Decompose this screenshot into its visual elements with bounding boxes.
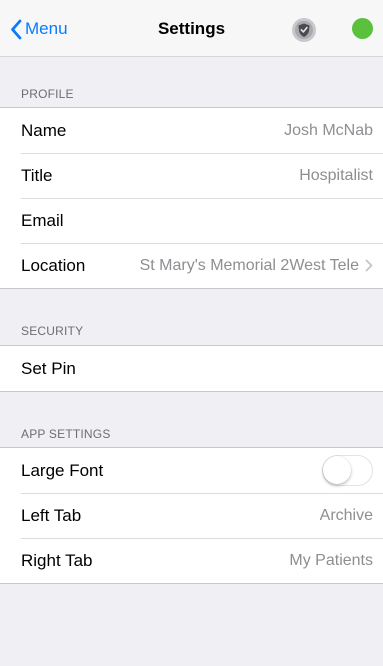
row-left-tab[interactable]: Left Tab Archive: [0, 493, 383, 538]
section-header-security: SECURITY: [21, 324, 84, 338]
row-label-name: Name: [21, 120, 67, 140]
row-location[interactable]: Location St Mary's Memorial 2West Tele: [0, 243, 383, 288]
back-button-label: Menu: [25, 19, 68, 38]
toggle-knob: [323, 456, 351, 484]
row-value-location: St Mary's Memorial 2West Tele: [139, 256, 359, 274]
navigation-bar: Menu Settings: [0, 0, 383, 57]
row-set-pin[interactable]: Set Pin: [0, 346, 383, 391]
row-title[interactable]: Title Hospitalist: [0, 153, 383, 198]
app-settings-group: Large Font Left Tab Archive Right Tab My…: [0, 447, 383, 584]
security-group: Set Pin: [0, 345, 383, 392]
row-email[interactable]: Email: [0, 198, 383, 243]
row-right-tab[interactable]: Right Tab My Patients: [0, 538, 383, 583]
row-label-right-tab: Right Tab: [21, 550, 93, 570]
row-label-left-tab: Left Tab: [21, 505, 82, 525]
row-name[interactable]: Name Josh McNab: [0, 108, 383, 153]
row-value-title: Hospitalist: [299, 166, 373, 184]
page-title: Settings: [157, 19, 226, 38]
back-button[interactable]: Menu: [10, 17, 68, 41]
section-header-app-settings: APP SETTINGS: [21, 427, 111, 441]
shield-check-icon[interactable]: [291, 17, 317, 43]
row-value-left-tab: Archive: [319, 506, 373, 524]
row-label-email: Email: [21, 210, 64, 230]
row-value-name: Josh McNab: [284, 121, 373, 139]
profile-group: Name Josh McNab Title Hospitalist Email …: [0, 107, 383, 289]
section-header-profile: PROFILE: [21, 87, 74, 101]
row-label-set-pin: Set Pin: [21, 358, 76, 378]
row-value-right-tab: My Patients: [289, 551, 373, 569]
chevron-left-icon: [11, 19, 22, 39]
row-large-font: Large Font: [0, 448, 383, 493]
status-indicator: [352, 18, 373, 39]
row-label-large-font: Large Font: [21, 460, 104, 480]
row-label-location: Location: [21, 255, 86, 275]
chevron-right-icon: [365, 259, 373, 272]
row-label-title: Title: [21, 165, 53, 185]
large-font-toggle[interactable]: [322, 455, 373, 486]
